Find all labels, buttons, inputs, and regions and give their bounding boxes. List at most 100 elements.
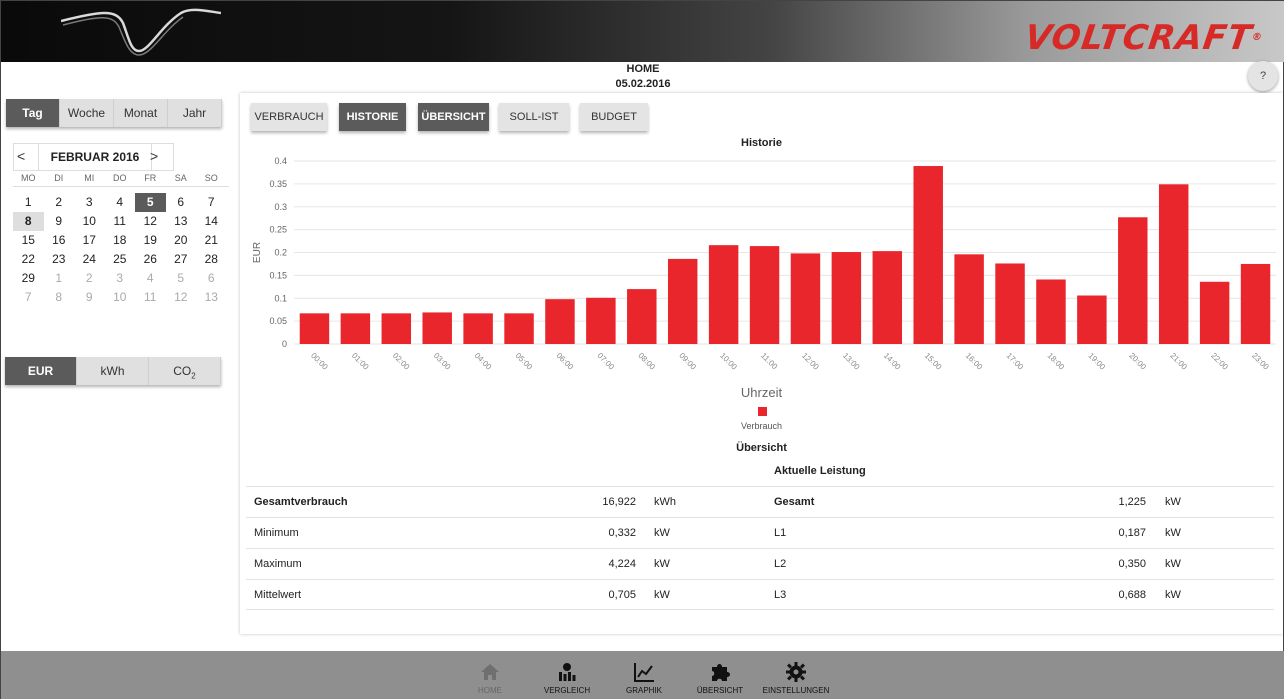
- chart-bar[interactable]: [954, 254, 984, 344]
- view-button-verbrauch[interactable]: VERBRAUCH: [251, 103, 327, 131]
- calendar-day[interactable]: 15: [13, 231, 44, 250]
- calendar-day[interactable]: 26: [135, 250, 166, 269]
- calendar-day[interactable]: 14: [196, 212, 227, 231]
- calendar-day[interactable]: 13: [196, 288, 227, 307]
- calendar-day[interactable]: 6: [166, 193, 197, 212]
- calendar-day[interactable]: 11: [135, 288, 166, 307]
- calendar-day[interactable]: 12: [166, 288, 197, 307]
- calendar-week-row: 8 9 10 11 12 13 14: [13, 212, 229, 231]
- calendar-prev-month-button[interactable]: <: [17, 148, 25, 164]
- unit-tab-kwh[interactable]: kWh: [77, 357, 149, 385]
- calendar-day[interactable]: 10: [105, 288, 136, 307]
- calendar-day-today[interactable]: 8: [13, 212, 44, 231]
- calendar-day[interactable]: 5: [166, 269, 197, 288]
- chart-bar[interactable]: [545, 299, 575, 344]
- period-tab-woche[interactable]: Woche: [60, 99, 114, 127]
- calendar-day[interactable]: 12: [135, 212, 166, 231]
- calendar-day[interactable]: 22: [13, 250, 44, 269]
- chart-bar[interactable]: [872, 251, 903, 344]
- main-panel: VERBRAUCH HISTORIE ÜBERSICHT SOLL-IST BUDGET…: [240, 93, 1283, 634]
- chart-bar[interactable]: [422, 312, 452, 344]
- nav-label: HOME: [478, 686, 502, 695]
- calendar-day[interactable]: 19: [135, 231, 166, 250]
- calendar-day[interactable]: 1: [44, 269, 75, 288]
- calendar-day[interactable]: 7: [196, 193, 227, 212]
- chart-bar[interactable]: [381, 313, 412, 344]
- chart-bar[interactable]: [1240, 263, 1271, 344]
- calendar-day[interactable]: 2: [74, 269, 105, 288]
- calendar-day-selected[interactable]: 5: [135, 193, 166, 212]
- chart-bar[interactable]: [667, 258, 698, 344]
- calendar-day[interactable]: 9: [74, 288, 105, 307]
- page-title: HOME: [626, 63, 660, 75]
- chart-bar[interactable]: [1158, 184, 1189, 344]
- view-button-sollist[interactable]: SOLL-IST: [499, 103, 569, 131]
- calendar-day[interactable]: 27: [166, 250, 197, 269]
- chart-bar[interactable]: [1199, 281, 1230, 344]
- calendar-day[interactable]: 4: [105, 193, 136, 212]
- unit-tab-label: EUR: [27, 364, 54, 378]
- calendar-day[interactable]: 7: [13, 288, 44, 307]
- calendar-day[interactable]: 21: [196, 231, 227, 250]
- unit-tab-eur[interactable]: EUR: [5, 357, 77, 385]
- calendar-weekdays: MO DI MI DO FR SA SO: [13, 173, 229, 187]
- y-tick-label: 0.05: [269, 316, 287, 326]
- legend-label[interactable]: Verbrauch: [240, 421, 1283, 431]
- chart-bar[interactable]: [463, 313, 493, 344]
- unit-tab-co[interactable]: CO2: [149, 357, 221, 385]
- calendar-day[interactable]: 8: [44, 288, 75, 307]
- calendar-day[interactable]: 17: [74, 231, 105, 250]
- help-button[interactable]: ?: [1248, 61, 1278, 91]
- view-button-budget[interactable]: BUDGET: [580, 103, 648, 131]
- chart-bar[interactable]: [995, 263, 1025, 344]
- chart-bar[interactable]: [627, 289, 657, 344]
- view-button-bersicht[interactable]: ÜBERSICHT: [418, 103, 489, 131]
- chart-bar[interactable]: [340, 313, 371, 344]
- calendar-day[interactable]: 20: [166, 231, 197, 250]
- nav-item-graphik[interactable]: GRAPHIK: [604, 651, 684, 699]
- calendar-day[interactable]: 4: [135, 269, 166, 288]
- period-tab-monat[interactable]: Monat: [114, 99, 168, 127]
- chart-bar[interactable]: [1036, 279, 1066, 344]
- calendar-day[interactable]: 3: [74, 193, 105, 212]
- x-tick-label: 00:00: [309, 351, 330, 372]
- chart-bar[interactable]: [831, 252, 862, 344]
- calendar-day[interactable]: 25: [105, 250, 136, 269]
- calendar-day[interactable]: 24: [74, 250, 105, 269]
- calendar-day[interactable]: 23: [44, 250, 75, 269]
- calendar-day[interactable]: 29: [13, 269, 44, 288]
- nav-item-vergleich[interactable]: VERGLEICH: [527, 651, 607, 699]
- calendar-day[interactable]: 13: [166, 212, 197, 231]
- calendar-day[interactable]: 28: [196, 250, 227, 269]
- chart-bar[interactable]: [913, 166, 943, 344]
- chart-bar[interactable]: [299, 313, 330, 344]
- chart-bar[interactable]: [708, 245, 739, 344]
- calendar-day[interactable]: 18: [105, 231, 136, 250]
- view-button-historie[interactable]: HISTORIE: [339, 103, 406, 131]
- nav-item-einstellungen[interactable]: EINSTELLUNGEN: [756, 651, 836, 699]
- chart-bar[interactable]: [790, 253, 821, 344]
- chart-bar[interactable]: [504, 313, 534, 344]
- chart-bar[interactable]: [1077, 295, 1107, 344]
- chart-bar[interactable]: [586, 297, 616, 344]
- calendar-month-label: FEBRUAR 2016: [38, 144, 152, 170]
- period-tab-jahr[interactable]: Jahr: [168, 99, 222, 127]
- calendar-day[interactable]: 11: [105, 212, 136, 231]
- chart-bar[interactable]: [1118, 217, 1148, 344]
- calendar-day[interactable]: 10: [74, 212, 105, 231]
- calendar-day[interactable]: 6: [196, 269, 227, 288]
- calendar-day[interactable]: 16: [44, 231, 75, 250]
- period-tab-tag[interactable]: Tag: [6, 99, 60, 127]
- chart-bar[interactable]: [749, 246, 780, 344]
- calendar-next-month-button[interactable]: >: [150, 148, 158, 164]
- overview-unit: kW: [654, 558, 670, 570]
- nav-item-home[interactable]: HOME: [450, 651, 530, 699]
- x-tick-label: 14:00: [882, 351, 903, 372]
- calendar-day[interactable]: 2: [44, 193, 75, 212]
- legend-swatch[interactable]: [758, 407, 767, 416]
- calendar-day[interactable]: 9: [44, 212, 75, 231]
- calendar-day[interactable]: 1: [13, 193, 44, 212]
- calendar-day[interactable]: 3: [105, 269, 136, 288]
- nav-item-bersicht[interactable]: ÜBERSICHT: [680, 651, 760, 699]
- calendar-weekday: MO: [21, 173, 36, 183]
